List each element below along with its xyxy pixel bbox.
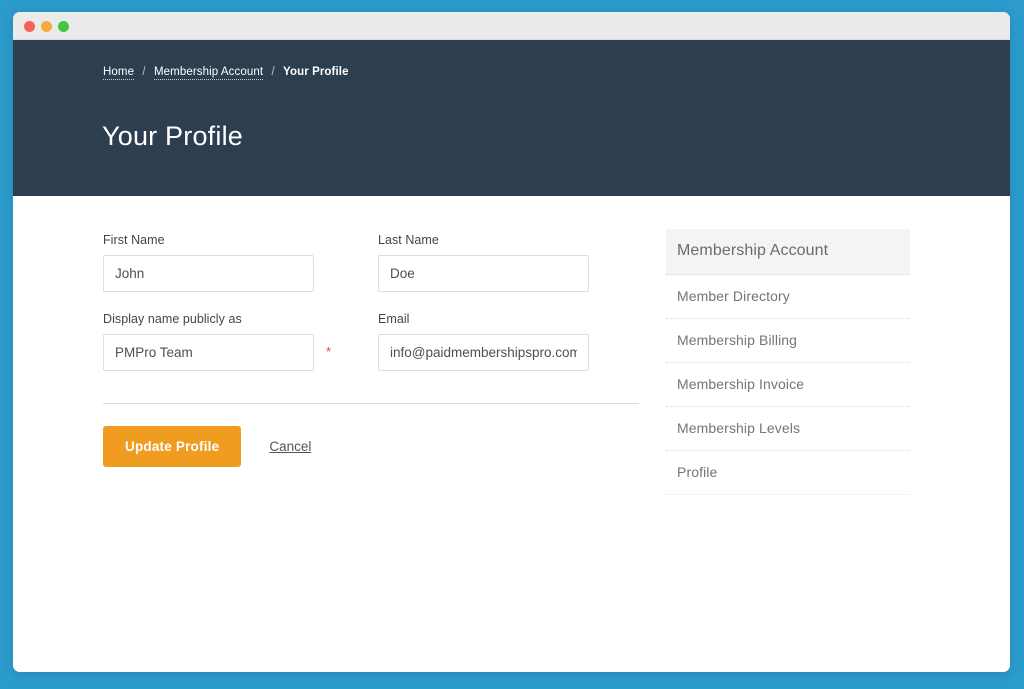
sidebar-item-membership-invoice[interactable]: Membership Invoice bbox=[666, 363, 910, 407]
email-input[interactable] bbox=[378, 334, 589, 371]
email-input-wrap bbox=[378, 334, 589, 371]
page-content: First Name Last Name Display name public… bbox=[13, 196, 1010, 672]
breadcrumb-separator: / bbox=[142, 66, 146, 78]
sidebar-item-membership-levels[interactable]: Membership Levels bbox=[666, 407, 910, 451]
field-first-name: First Name bbox=[103, 233, 314, 292]
field-last-name: Last Name bbox=[378, 233, 589, 292]
update-profile-button[interactable]: Update Profile bbox=[103, 426, 242, 467]
profile-form: First Name Last Name Display name public… bbox=[103, 233, 639, 467]
window-titlebar bbox=[13, 12, 1010, 40]
field-email: Email bbox=[378, 312, 589, 371]
last-name-input-wrap bbox=[378, 255, 589, 292]
form-divider bbox=[103, 403, 639, 404]
last-name-label: Last Name bbox=[378, 233, 439, 247]
display-name-label: Display name publicly as bbox=[103, 312, 242, 326]
form-actions: Update Profile Cancel bbox=[103, 426, 639, 467]
field-display-name: Display name publicly as * bbox=[103, 312, 331, 371]
display-name-input-wrap: * bbox=[103, 334, 331, 371]
required-asterisk-icon: * bbox=[325, 344, 331, 359]
close-window-button[interactable] bbox=[24, 21, 35, 32]
sidebar-header-membership-account: Membership Account bbox=[666, 229, 910, 275]
breadcrumb-item-current: Your Profile bbox=[283, 66, 349, 78]
account-sidebar: Membership Account Member Directory Memb… bbox=[666, 229, 910, 495]
breadcrumb: Home / Membership Account / Your Profile bbox=[103, 66, 349, 80]
sidebar-item-profile[interactable]: Profile bbox=[666, 451, 910, 495]
maximize-window-button[interactable] bbox=[58, 21, 69, 32]
sidebar-item-member-directory[interactable]: Member Directory bbox=[666, 275, 910, 319]
page-title: Your Profile bbox=[102, 121, 243, 151]
last-name-input[interactable] bbox=[378, 255, 589, 292]
sidebar-item-membership-billing[interactable]: Membership Billing bbox=[666, 319, 910, 363]
breadcrumb-separator: / bbox=[271, 66, 275, 78]
browser-window: Home / Membership Account / Your Profile… bbox=[13, 12, 1010, 672]
form-row-names: First Name Last Name bbox=[103, 233, 639, 292]
first-name-input[interactable] bbox=[103, 255, 314, 292]
minimize-window-button[interactable] bbox=[41, 21, 52, 32]
breadcrumb-item-membership-account[interactable]: Membership Account bbox=[153, 66, 264, 80]
email-label: Email bbox=[378, 312, 410, 326]
form-row-display-email: Display name publicly as * Email bbox=[103, 312, 639, 371]
first-name-input-wrap bbox=[103, 255, 314, 292]
first-name-label: First Name bbox=[103, 233, 165, 247]
page-header: Home / Membership Account / Your Profile… bbox=[13, 40, 1010, 196]
display-name-input[interactable] bbox=[103, 334, 314, 371]
breadcrumb-item-home[interactable]: Home bbox=[103, 66, 135, 80]
cancel-link[interactable]: Cancel bbox=[269, 439, 311, 454]
